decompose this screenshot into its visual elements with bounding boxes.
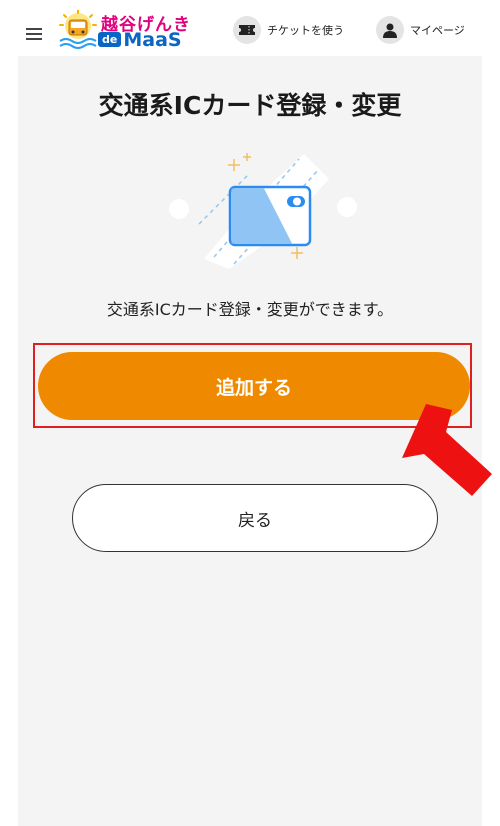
back-button[interactable]: 戻る xyxy=(72,484,438,552)
user-icon xyxy=(376,16,404,44)
use-ticket-label: チケットを使う xyxy=(267,24,344,37)
bus-logo-icon xyxy=(59,10,97,49)
logo-de: de xyxy=(98,32,122,47)
page-title: 交通系ICカード登録・変更 xyxy=(98,91,402,120)
page-description: 交通系ICカード登録・変更ができます。 xyxy=(106,300,394,319)
hamburger-menu-icon[interactable] xyxy=(26,28,42,40)
pointer-arrow-icon xyxy=(402,404,492,496)
app-header: 越谷げんき de MaaS チケットを使う マイページ xyxy=(0,0,500,56)
logo-maas: MaaS xyxy=(123,29,182,51)
mypage-button[interactable]: マイページ xyxy=(376,16,465,44)
mypage-label: マイページ xyxy=(410,24,465,37)
ic-card-illustration-icon xyxy=(169,153,357,269)
ticket-icon xyxy=(233,16,261,44)
logo-subtitle: de MaaS xyxy=(98,29,182,51)
use-ticket-button[interactable]: チケットを使う xyxy=(233,16,344,44)
app-logo[interactable]: 越谷げんき de MaaS xyxy=(58,10,202,51)
